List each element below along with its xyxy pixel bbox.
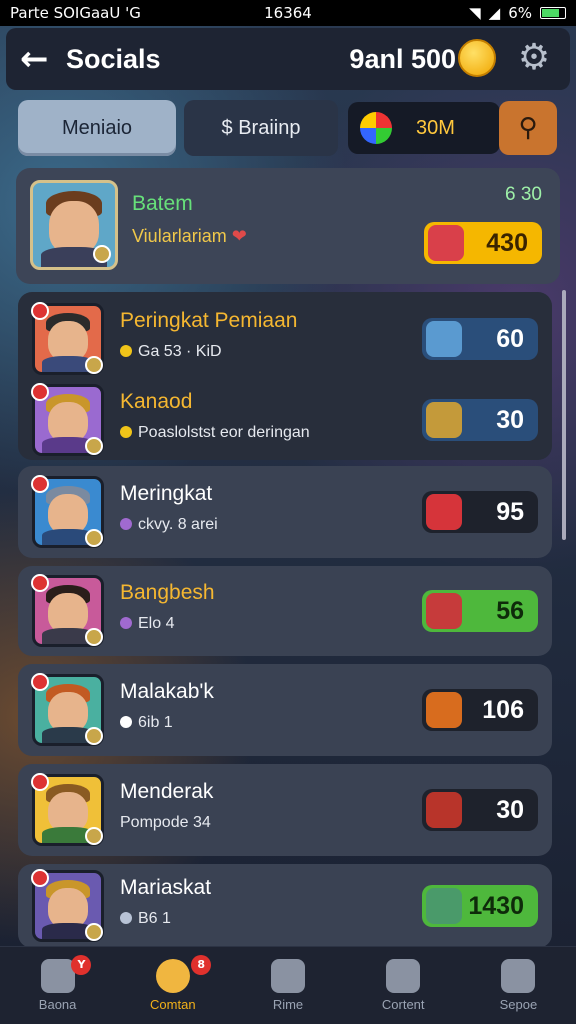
tab-secondary[interactable]: $ Braiinp xyxy=(184,100,338,156)
badge-icon xyxy=(426,593,462,629)
carrier-label: Parte SOIGaaU 'G xyxy=(10,4,141,22)
player-name: Bangbesh xyxy=(120,581,215,604)
status-dot-icon xyxy=(120,617,132,629)
leaderboard-row[interactable]: Peringkat Pemiaan Ga 53 · KiD 60 xyxy=(18,298,552,380)
header-bar: ← Socials 9anl 500 ⚙ xyxy=(6,28,570,90)
heart-icon: ❤ xyxy=(231,226,247,246)
clock: 16364 xyxy=(264,4,312,22)
status-dot-icon xyxy=(120,345,132,357)
currency-value: 30M xyxy=(416,116,455,139)
nav-label: Baona xyxy=(38,997,77,1012)
player-name: Malakab'k xyxy=(120,680,214,703)
wifi-icon: ◥ xyxy=(469,4,481,22)
badge-icon xyxy=(426,321,462,357)
friends-icon xyxy=(155,959,190,993)
score-pill: 106 xyxy=(422,689,538,731)
nav-label: Comtan xyxy=(150,997,196,1012)
nav-item[interactable]: Cortent xyxy=(346,947,461,1024)
score-pill: 56 xyxy=(422,590,538,632)
badge-icon xyxy=(426,888,462,924)
status-dot-icon xyxy=(120,912,132,924)
battery-percent: 6% xyxy=(508,4,532,22)
nav-label: Cortent xyxy=(381,997,425,1012)
score-pill: 95 xyxy=(422,491,538,533)
page-title: Socials xyxy=(66,43,161,74)
badge-icon xyxy=(426,792,462,828)
player-subtitle: Poaslolstst eor deringan xyxy=(120,424,310,442)
avatar xyxy=(31,475,104,548)
status-dot-icon xyxy=(120,716,132,728)
player-name: Menderak xyxy=(120,780,214,803)
player-subtitle: Elo 4 xyxy=(120,615,174,633)
top-player-card[interactable]: Batem Viularlariam ❤ 6 30 430 xyxy=(16,168,560,284)
avatar xyxy=(31,383,104,456)
coin-icon[interactable] xyxy=(458,39,496,77)
player-subtitle: Viularlariam ❤ xyxy=(132,226,247,246)
signal-icon: ◢ xyxy=(488,4,501,22)
notification-badge: Y xyxy=(71,955,92,975)
leaderboard-row[interactable]: Kanaod Poaslolstst eor deringan 30 xyxy=(18,380,552,460)
nav-label: Sepoe xyxy=(499,997,538,1012)
back-arrow-icon[interactable]: ← xyxy=(20,39,66,79)
player-subtitle: Ga 53 · KiD xyxy=(120,343,222,361)
leaderboard-row[interactable]: Meringkat ckvy. 8 arei 95 xyxy=(18,466,552,558)
player-name: Meringkat xyxy=(120,482,213,505)
nav-item[interactable]: Rime xyxy=(230,947,345,1024)
player-name: Batem xyxy=(132,192,193,215)
search-icon: ⚲ xyxy=(518,113,538,143)
status-dot-icon xyxy=(120,426,132,438)
score-pill: 60 xyxy=(422,318,538,360)
player-name: Mariaskat xyxy=(120,876,212,899)
player-subtitle: B6 1 xyxy=(120,910,171,928)
gem-icon xyxy=(360,112,392,144)
status-dot-icon xyxy=(120,518,132,530)
avatar xyxy=(31,574,104,647)
search-button[interactable]: ⚲ xyxy=(499,101,557,155)
home-icon xyxy=(40,959,75,993)
score-pill: 30 xyxy=(422,789,538,831)
leaderboard-row[interactable]: Mariaskat B6 1 1430 xyxy=(18,864,552,948)
timer-icon xyxy=(271,959,305,993)
avatar xyxy=(31,773,104,846)
player-subtitle: ckvy. 8 arei xyxy=(120,516,218,534)
leaderboard-row[interactable]: Bangbesh Elo 4 56 xyxy=(18,566,552,656)
score-pill: 30 xyxy=(422,399,538,441)
avatar xyxy=(30,180,118,270)
gear-icon[interactable]: ⚙ xyxy=(514,38,554,78)
leaderboard-row[interactable]: Menderak Pompode 34 30 xyxy=(18,764,552,856)
battery-icon xyxy=(539,7,566,19)
scrollbar[interactable] xyxy=(562,290,566,540)
nav-item[interactable]: Baona Y xyxy=(0,947,115,1024)
avatar xyxy=(31,869,104,942)
status-bar: Parte SOIGaaU 'G 16364 ◥ ◢ 6% xyxy=(0,0,576,26)
nav-label: Rime xyxy=(272,997,304,1012)
bottom-navigation: Baona Y Comtan 8 Rime Cortent Sepoe xyxy=(0,946,576,1024)
inventory-icon xyxy=(386,959,421,993)
badge-icon xyxy=(426,494,462,530)
status-icons: ◥ ◢ 6% xyxy=(381,4,566,22)
currency-display: 30M xyxy=(348,102,500,154)
score-pill: 1430 xyxy=(422,885,538,927)
nav-item[interactable]: Comtan 8 xyxy=(115,947,230,1024)
player-subtitle: Pompode 34 xyxy=(120,814,211,831)
score-pill: 430 xyxy=(424,222,542,264)
avatar xyxy=(31,302,104,375)
badge-icon xyxy=(426,692,462,728)
tab-primary[interactable]: Meniaio xyxy=(18,100,176,156)
notification-badge: 8 xyxy=(191,955,212,975)
coin-balance: 9anl 500 xyxy=(349,43,456,74)
player-rank: 6 30 xyxy=(505,184,542,205)
player-name: Peringkat Pemiaan xyxy=(120,309,298,332)
leaderboard-row[interactable]: Malakab'k 6ib 1 106 xyxy=(18,664,552,756)
player-subtitle: 6ib 1 xyxy=(120,714,173,732)
profile-icon xyxy=(501,959,536,993)
nav-item[interactable]: Sepoe xyxy=(461,947,576,1024)
gem-icon xyxy=(428,225,464,261)
avatar xyxy=(31,673,104,746)
badge-icon xyxy=(426,402,462,438)
player-name: Kanaod xyxy=(120,390,193,413)
